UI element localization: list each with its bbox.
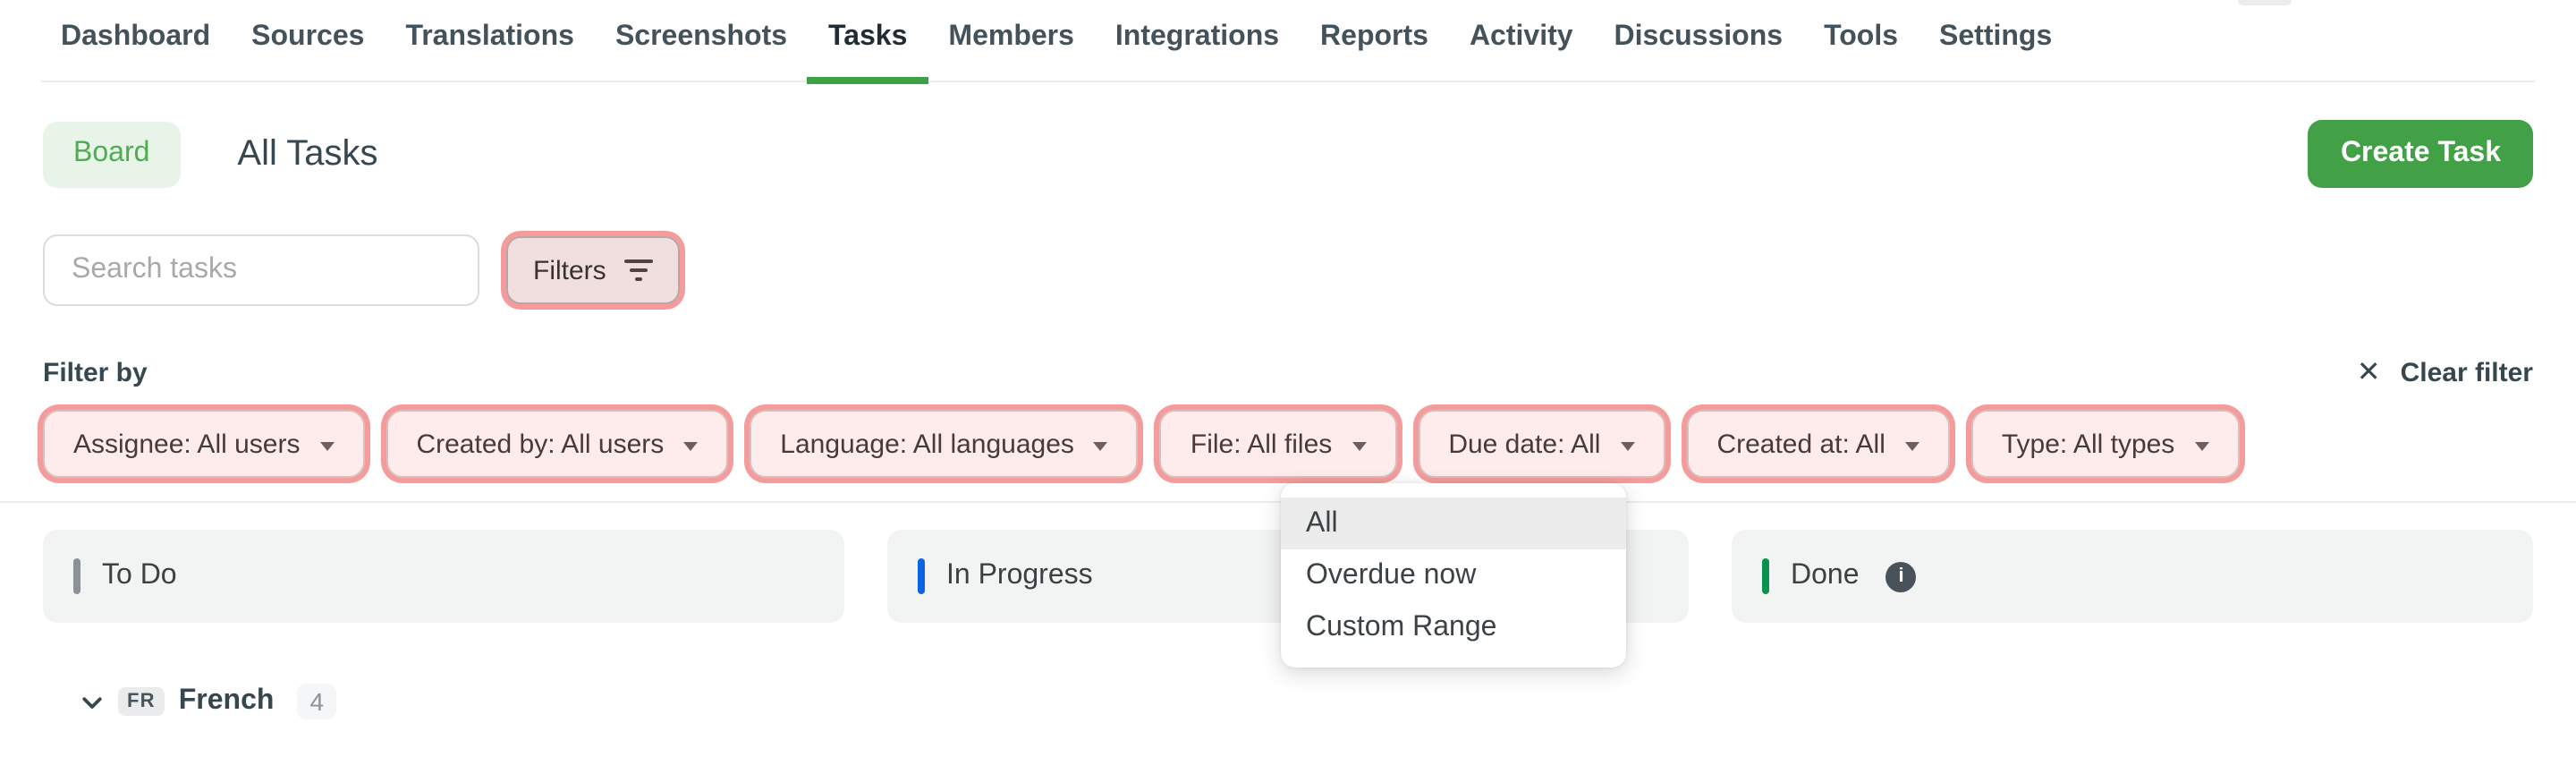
due-date-dropdown-menu: All Overdue now Custom Range bbox=[1281, 483, 1626, 668]
clear-filter-button[interactable]: ✕ Clear filter bbox=[2357, 358, 2533, 388]
filter-chip-language[interactable]: Language: All languages bbox=[750, 410, 1139, 478]
filter-by-label: Filter by bbox=[43, 358, 148, 388]
x-icon: ✕ bbox=[2356, 357, 2381, 387]
column-done[interactable]: Done i bbox=[1732, 530, 2533, 623]
filter-chip-label: Created by: All users bbox=[416, 429, 665, 459]
filter-chip-label: Created at: All bbox=[1716, 429, 1885, 459]
chevron-down-icon bbox=[1904, 441, 1919, 450]
nav-item-members[interactable]: Members bbox=[948, 21, 1074, 54]
nav-item-settings[interactable]: Settings bbox=[1939, 21, 2052, 54]
filters-button[interactable]: Filters bbox=[506, 236, 680, 304]
filter-chip-due-date[interactable]: Due date: All bbox=[1418, 410, 1665, 478]
filter-lines-icon bbox=[623, 259, 653, 281]
chevron-down-icon bbox=[683, 441, 699, 450]
nav-item-activity[interactable]: Activity bbox=[1470, 21, 1573, 54]
chevron-down-icon bbox=[1093, 441, 1108, 450]
filter-chip-label: Due date: All bbox=[1448, 429, 1601, 459]
column-done-label: Done bbox=[1791, 560, 1860, 591]
nav-item-discussions[interactable]: Discussions bbox=[1614, 21, 1784, 54]
chevron-down-icon bbox=[1352, 441, 1367, 450]
filters-button-label: Filters bbox=[533, 255, 606, 285]
clear-filter-label: Clear filter bbox=[2400, 358, 2533, 388]
filter-chip-label: Language: All languages bbox=[780, 429, 1074, 459]
language-group-row: FR French 4 bbox=[79, 684, 2576, 719]
nav-item-integrations[interactable]: Integrations bbox=[1115, 21, 1279, 54]
nav-item-tasks[interactable]: Tasks bbox=[806, 21, 929, 84]
column-in-progress-label: In Progress bbox=[946, 560, 1093, 591]
info-icon[interactable]: i bbox=[1885, 561, 1917, 591]
tasks-page: Dashboard Sources Translations Screensho… bbox=[0, 0, 2576, 757]
chevron-down-icon bbox=[319, 441, 335, 450]
todo-status-bar-icon bbox=[73, 558, 80, 594]
search-row: Filters bbox=[43, 234, 2533, 306]
nav-item-tools[interactable]: Tools bbox=[1824, 21, 1898, 54]
chevron-down-icon bbox=[1620, 441, 1635, 450]
filter-chip-file[interactable]: File: All files bbox=[1159, 410, 1397, 478]
filter-panel-header: Filter by ✕ Clear filter bbox=[43, 358, 2533, 388]
filter-chips-row: Assignee: All users Created by: All user… bbox=[43, 404, 2533, 483]
nav-item-sources[interactable]: Sources bbox=[251, 21, 364, 54]
filter-chip-label: File: All files bbox=[1190, 429, 1333, 459]
due-date-option-all[interactable]: All bbox=[1281, 498, 1626, 549]
language-task-count-badge: 4 bbox=[297, 684, 337, 719]
due-date-option-overdue-now[interactable]: Overdue now bbox=[1281, 549, 1626, 601]
done-status-bar-icon bbox=[1762, 558, 1769, 594]
language-name: French bbox=[178, 685, 275, 716]
chevron-down-icon bbox=[2194, 441, 2209, 450]
cutoff-overlay-fragment bbox=[2238, 0, 2292, 5]
filter-chip-created-at[interactable]: Created at: All bbox=[1686, 410, 1950, 478]
search-input[interactable] bbox=[43, 234, 479, 306]
create-task-button[interactable]: Create Task bbox=[2308, 120, 2533, 188]
board-view-toggle[interactable]: Board bbox=[43, 121, 181, 187]
toolbar: Board All Tasks Create Task bbox=[43, 120, 2533, 188]
filter-chip-type[interactable]: Type: All types bbox=[1970, 410, 2240, 478]
nav-item-translations[interactable]: Translations bbox=[405, 21, 574, 54]
nav-item-reports[interactable]: Reports bbox=[1320, 21, 1428, 54]
main-nav: Dashboard Sources Translations Screensho… bbox=[41, 0, 2535, 84]
nav-item-screenshots[interactable]: Screenshots bbox=[615, 21, 787, 54]
column-todo-label: To Do bbox=[102, 560, 177, 591]
nav-item-dashboard[interactable]: Dashboard bbox=[61, 21, 210, 54]
column-todo[interactable]: To Do bbox=[43, 530, 844, 623]
due-date-option-custom-range[interactable]: Custom Range bbox=[1281, 601, 1626, 653]
chevron-down-icon[interactable] bbox=[79, 688, 106, 715]
filter-chip-label: Assignee: All users bbox=[73, 429, 301, 459]
filter-chip-assignee[interactable]: Assignee: All users bbox=[43, 410, 365, 478]
filter-chip-created-by[interactable]: Created by: All users bbox=[386, 410, 729, 478]
filter-chip-label: Type: All types bbox=[2001, 429, 2175, 459]
page-title: All Tasks bbox=[237, 133, 378, 173]
in-progress-status-bar-icon bbox=[918, 558, 925, 594]
language-code-badge: FR bbox=[118, 687, 165, 716]
